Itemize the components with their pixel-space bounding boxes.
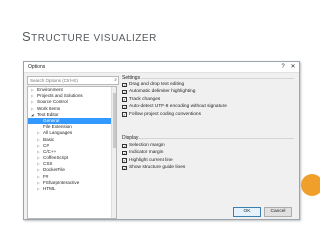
dialog-title: Options xyxy=(28,64,46,70)
tree-item[interactable]: ▷ HTML xyxy=(28,186,116,192)
checkbox[interactable]: ✓ xyxy=(122,89,127,95)
settings-divider xyxy=(141,78,294,79)
tree-items: ▷ Environment ▷ Projects and Solutions ▷ Sour… xyxy=(28,87,116,192)
slide-title: STRUCTURE VISUALIZER xyxy=(22,28,157,46)
tree-scrollbar[interactable] xyxy=(111,87,116,218)
checkbox[interactable]: ✓ xyxy=(122,165,127,171)
checkbox-label: Drag and drop text editing xyxy=(129,82,185,87)
collapsed-arrow-icon[interactable]: ▷ xyxy=(37,186,40,192)
tree-item-label: HTML xyxy=(43,186,56,191)
options-dialog: Options ? ✕ ⌕ ▷Environment▷Projects and … xyxy=(23,61,300,220)
search-input[interactable] xyxy=(30,77,106,84)
checkbox[interactable]: ✓ xyxy=(122,82,127,87)
tree-scrollbar-thumb[interactable] xyxy=(112,93,116,148)
slide-title-rest: TRUCTURE VISUALIZER xyxy=(31,33,157,44)
ok-button[interactable]: OK xyxy=(233,207,261,217)
slide-title-initial: S xyxy=(22,29,32,44)
search-icon[interactable]: ⌕ xyxy=(114,77,117,84)
checkbox[interactable]: ✓ xyxy=(122,158,127,163)
search-box[interactable]: ⌕ xyxy=(27,76,119,85)
checkbox[interactable]: ✓ xyxy=(122,112,127,117)
checkbox[interactable]: ✓ xyxy=(122,143,127,148)
checkbox-label: Automatic delimiter highlighting xyxy=(129,89,196,95)
settings-header: Settings xyxy=(122,75,141,81)
checkbox-label: Track changes xyxy=(129,96,161,102)
checkbox[interactable]: ✓ xyxy=(122,104,127,110)
checkbox[interactable]: ✓ xyxy=(122,150,127,156)
checkbox-label: Follow project coding conventions xyxy=(129,111,201,117)
close-button[interactable]: ✕ xyxy=(289,63,297,71)
dialog-titlebar: Options ? ✕ xyxy=(24,62,299,73)
checkbox-label: Indicator margin xyxy=(129,150,164,156)
options-tree: ▷ Environment ▷ Projects and Solutions ▷ Sour… xyxy=(27,86,117,219)
help-button[interactable]: ? xyxy=(279,63,287,71)
checkbox-label: Selection margin xyxy=(129,143,165,148)
display-divider xyxy=(138,138,294,139)
checkbox-label: Highlight current line xyxy=(129,157,173,163)
checkbox-label: Auto-detect UTF-8 encoding without signa… xyxy=(129,104,227,110)
display-header: Display xyxy=(122,135,139,141)
cancel-button[interactable]: Cancel xyxy=(264,207,292,217)
checkbox-label: Show structure guide lines xyxy=(129,165,186,171)
checkbox[interactable]: ✓ xyxy=(122,97,127,102)
slide-decoration-circle xyxy=(301,174,320,196)
